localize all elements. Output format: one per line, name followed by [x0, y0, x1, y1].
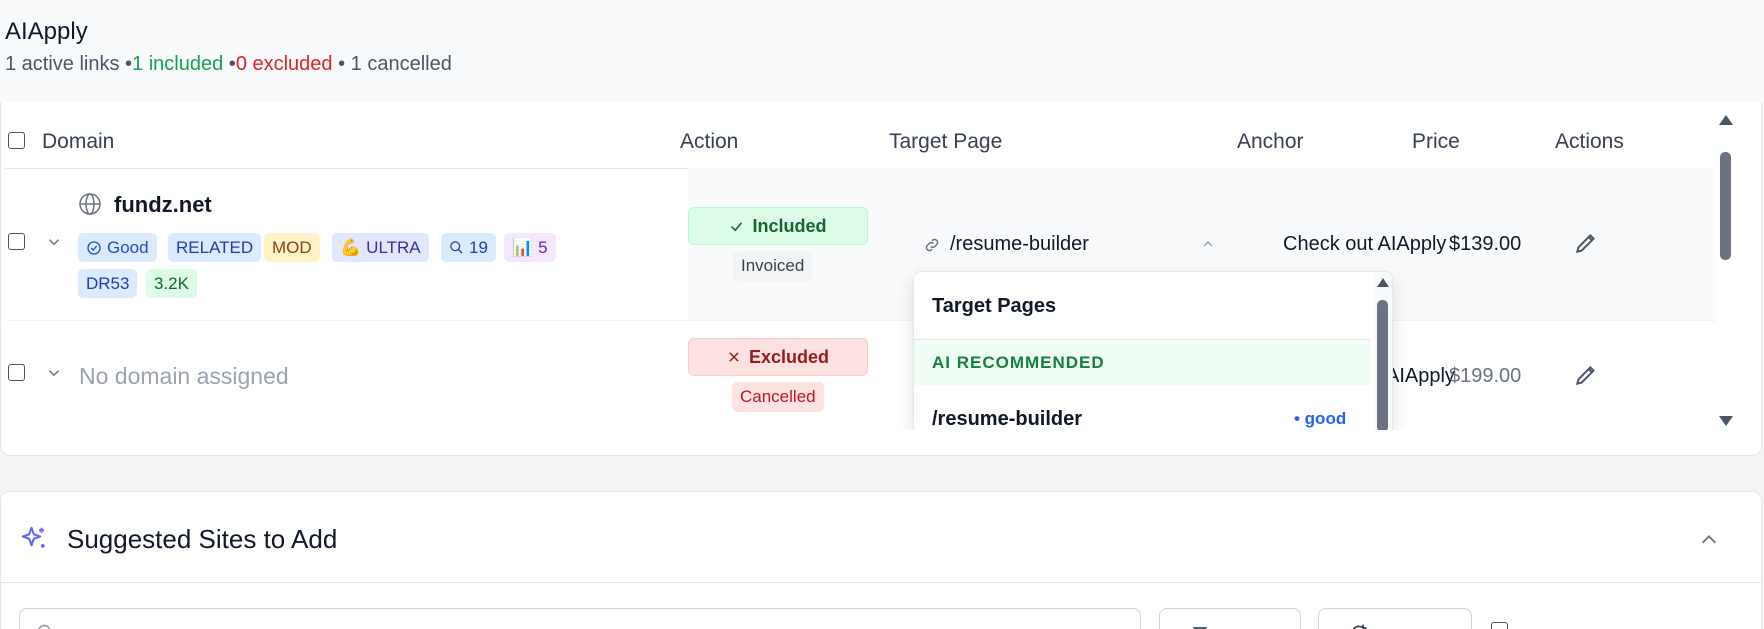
target-page-select[interactable]: /resume-builder [923, 233, 1089, 256]
column-header-action[interactable]: Action [680, 130, 738, 154]
check-circle-icon [87, 240, 101, 255]
stats-badge: 📊 5 [504, 233, 556, 262]
ai-recommended-section: AI RECOMMENDED [914, 340, 1371, 385]
filter-button[interactable] [1159, 608, 1301, 629]
column-header-price[interactable]: Price [1412, 130, 1460, 154]
suggested-sites-title: Suggested Sites to Add [67, 524, 338, 554]
status-label: Included [752, 215, 827, 236]
client-header: AIApply 1 active links •1 included •0 ex… [0, 0, 1764, 102]
quality-badge: Good [78, 233, 157, 262]
expand-chevron-icon[interactable] [45, 364, 63, 382]
chevron-up-icon[interactable] [1200, 236, 1216, 252]
link-icon [925, 238, 939, 251]
collapse-chevron-icon[interactable] [1698, 529, 1720, 551]
search-count-badge: 19 [441, 233, 496, 262]
sliders-icon [1193, 627, 1207, 629]
links-table-card: Domain Action Target Page Anchor Price A… [0, 102, 1762, 456]
excluded-count: 0 excluded [235, 53, 333, 75]
target-page-value: /resume-builder [950, 233, 1089, 255]
dr-badge: DR53 [78, 269, 138, 298]
search-icon [38, 624, 51, 629]
mod-badge: MOD [264, 233, 320, 262]
select-all-checkbox[interactable] [8, 132, 25, 149]
anchor-text: Check out AIApply [1283, 233, 1447, 255]
search-count: 19 [469, 238, 488, 257]
row-checkbox[interactable] [8, 364, 25, 381]
dropdown-option[interactable]: /resume-builder [932, 408, 1082, 430]
scroll-up-arrow[interactable] [1377, 278, 1389, 287]
column-header-actions: Actions [1555, 130, 1624, 153]
price: $139.00 [1449, 233, 1522, 255]
invoiced-badge: Invoiced [733, 251, 813, 281]
links-table: Domain Action Target Page Anchor Price A… [1, 102, 1716, 430]
status-excluded-badge[interactable]: Excluded [688, 338, 868, 376]
suggested-sites-panel: Suggested Sites to Add [0, 491, 1763, 629]
bar-chart-icon: 📊 [512, 238, 534, 257]
anchor-text: AIApply [1386, 365, 1455, 387]
option-checkbox[interactable] [1491, 622, 1508, 629]
search-icon [450, 241, 463, 254]
check-icon [731, 221, 743, 231]
target-pages-dropdown[interactable]: Target Pages AI RECOMMENDED /resume-buil… [913, 271, 1393, 430]
quality-label: Good [107, 238, 149, 257]
sparkles-icon [21, 526, 45, 548]
ultra-badge: 💪 ULTRA [332, 233, 429, 262]
column-header-domain[interactable]: Domain [42, 130, 114, 154]
column-header-target-page[interactable]: Target Page [889, 130, 1002, 154]
cancelled-badge: Cancelled [732, 382, 824, 412]
quality-indicator: • good [1294, 409, 1347, 428]
no-domain-label: No domain assigned [79, 363, 289, 389]
muscle-icon: 💪 [340, 238, 362, 257]
stats-separator: • [223, 53, 236, 75]
price: $199.00 [1449, 365, 1522, 387]
scroll-down-arrow[interactable] [1719, 416, 1733, 426]
panel-divider [1, 582, 1763, 583]
ultra-label: ULTRA [366, 238, 421, 257]
traffic-badge: 3.2K [146, 269, 197, 298]
column-header-anchor[interactable]: Anchor [1237, 130, 1304, 154]
dropdown-title: Target Pages [932, 295, 1057, 317]
stats-count: 5 [538, 238, 548, 257]
site-search-input[interactable] [19, 608, 1141, 629]
link-stats: 1 active links •1 included •0 excluded •… [5, 53, 452, 76]
ai-recommended-label: AI RECOMMENDED [932, 353, 1105, 372]
related-badge: RELATED [168, 233, 262, 262]
globe-icon [79, 193, 101, 215]
row-divider [5, 320, 1716, 321]
status-included-badge[interactable]: Included [688, 207, 868, 245]
client-name: AIApply [5, 18, 88, 45]
refresh-icon [1352, 624, 1367, 629]
expand-chevron-icon[interactable] [45, 233, 63, 251]
cancelled-count: • 1 cancelled [332, 53, 452, 75]
scroll-up-arrow[interactable] [1719, 115, 1733, 125]
refresh-button[interactable] [1318, 608, 1472, 629]
x-icon [729, 352, 739, 362]
row-checkbox[interactable] [8, 233, 25, 250]
domain-name[interactable]: fundz.net [114, 192, 212, 218]
edit-pencil-icon[interactable] [1573, 230, 1599, 256]
dropdown-scrollbar-thumb[interactable] [1377, 300, 1388, 430]
status-label: Excluded [748, 346, 830, 367]
active-count: 1 active links • [5, 53, 133, 75]
edit-pencil-icon[interactable] [1573, 362, 1599, 388]
included-count: 1 included [132, 53, 224, 75]
table-scrollbar-thumb[interactable] [1720, 152, 1731, 260]
